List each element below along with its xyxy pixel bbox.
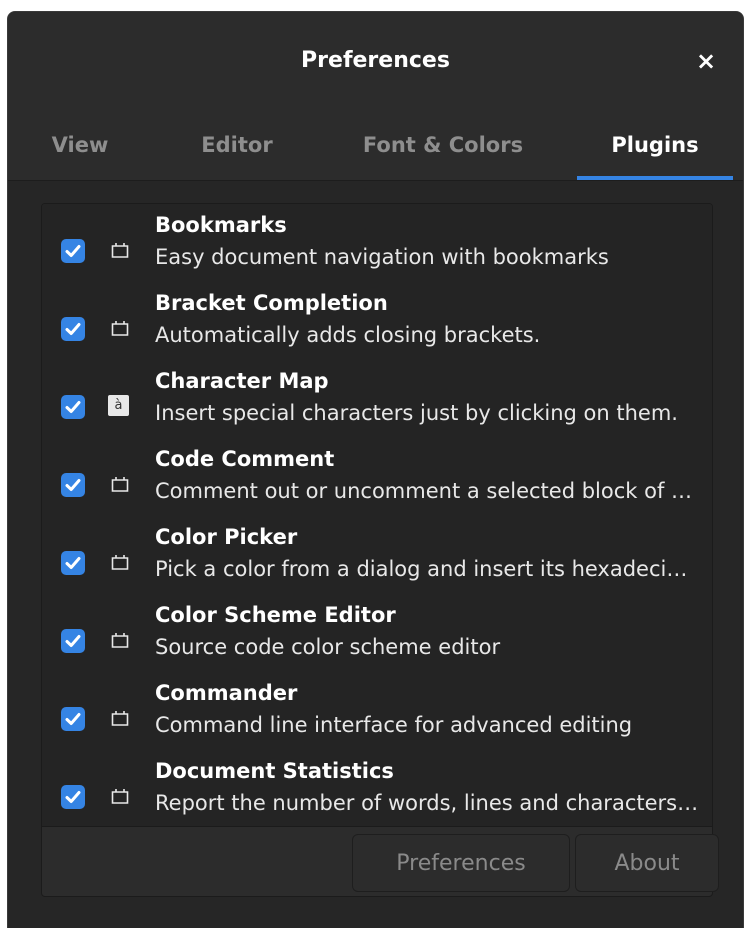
plugin-icon	[111, 321, 129, 336]
title-bar: Preferences ×	[8, 12, 743, 119]
plugin-checkbox[interactable]	[61, 395, 85, 419]
plugin-icon	[111, 477, 129, 492]
close-icon: ×	[695, 47, 717, 75]
checkmark-icon	[65, 479, 81, 491]
plugin-name: Color Scheme Editor	[155, 603, 396, 627]
plugin-checkbox[interactable]	[61, 473, 85, 497]
plugin-description: Automatically adds closing brackets.	[155, 323, 541, 347]
checkmark-icon	[65, 323, 81, 335]
plugin-about-button[interactable]: About	[575, 834, 719, 892]
plugin-preferences-button[interactable]: Preferences	[352, 834, 570, 892]
plugin-row-commander[interactable]: Commander Command line interface for adv…	[42, 672, 712, 750]
plugin-description: Insert special characters just by clicki…	[155, 401, 678, 425]
plugin-description: Comment out or uncomment a selected bloc…	[155, 479, 703, 503]
close-button[interactable]: ×	[691, 46, 721, 76]
tab-editor[interactable]: Editor	[176, 119, 298, 180]
plugin-row-code-comment[interactable]: Code Comment Comment out or uncomment a …	[42, 438, 712, 516]
tab-view[interactable]: View	[29, 119, 131, 180]
plugin-checkbox[interactable]	[61, 707, 85, 731]
plugin-row-bracket-completion[interactable]: Bracket Completion Automatically adds cl…	[42, 282, 712, 360]
checkmark-icon	[65, 557, 81, 569]
plugin-checkbox[interactable]	[61, 551, 85, 575]
plugin-description: Source code color scheme editor	[155, 635, 501, 659]
plugin-name: Code Comment	[155, 447, 335, 471]
tab-font-colors[interactable]: Font & Colors	[336, 119, 550, 180]
tab-plugins[interactable]: Plugins	[577, 119, 733, 180]
checkmark-icon	[65, 401, 81, 413]
plugin-icon	[111, 711, 129, 726]
plugin-icon	[111, 243, 129, 258]
plugin-icon	[111, 633, 129, 648]
active-tab-indicator	[577, 176, 733, 180]
checkmark-icon	[65, 713, 81, 725]
plugins-panel: Bookmarks Easy document navigation with …	[41, 203, 719, 897]
preferences-window: Preferences × View Editor Font & Colors …	[7, 11, 744, 928]
character-map-icon: à	[108, 395, 129, 416]
plugin-icon	[111, 555, 129, 570]
plugin-row-character-map[interactable]: à Character Map Insert special character…	[42, 360, 712, 438]
plugin-row-color-scheme-editor[interactable]: Color Scheme Editor Source code color sc…	[42, 594, 712, 672]
plugin-name: Bookmarks	[155, 213, 287, 237]
plugin-name: Bracket Completion	[155, 291, 388, 315]
plugin-description: Command line interface for advanced edit…	[155, 713, 633, 737]
plugin-checkbox[interactable]	[61, 629, 85, 653]
plugin-name: Commander	[155, 681, 298, 705]
plugin-checkbox[interactable]	[61, 317, 85, 341]
plugin-description: Report the number of words, lines and ch…	[155, 791, 703, 815]
plugin-description: Pick a color from a dialog and insert it…	[155, 557, 703, 581]
plugins-list[interactable]: Bookmarks Easy document navigation with …	[42, 204, 712, 827]
plugin-name: Character Map	[155, 369, 329, 393]
plugin-row-document-statistics[interactable]: Document Statistics Report the number of…	[42, 750, 712, 828]
tab-plugins-label: Plugins	[611, 133, 699, 157]
tab-bar: View Editor Font & Colors Plugins	[8, 119, 743, 181]
checkmark-icon	[65, 791, 81, 803]
plugin-description: Easy document navigation with bookmarks	[155, 245, 609, 269]
plugin-checkbox[interactable]	[61, 785, 85, 809]
window-title: Preferences	[301, 48, 450, 73]
plugin-name: Document Statistics	[155, 759, 394, 783]
plugin-checkbox[interactable]	[61, 239, 85, 263]
plugin-name: Color Picker	[155, 525, 298, 549]
checkmark-icon	[65, 245, 81, 257]
plugin-row-color-picker[interactable]: Color Picker Pick a color from a dialog …	[42, 516, 712, 594]
checkmark-icon	[65, 635, 81, 647]
plugin-icon	[111, 789, 129, 804]
plugin-row-bookmarks[interactable]: Bookmarks Easy document navigation with …	[42, 204, 712, 282]
